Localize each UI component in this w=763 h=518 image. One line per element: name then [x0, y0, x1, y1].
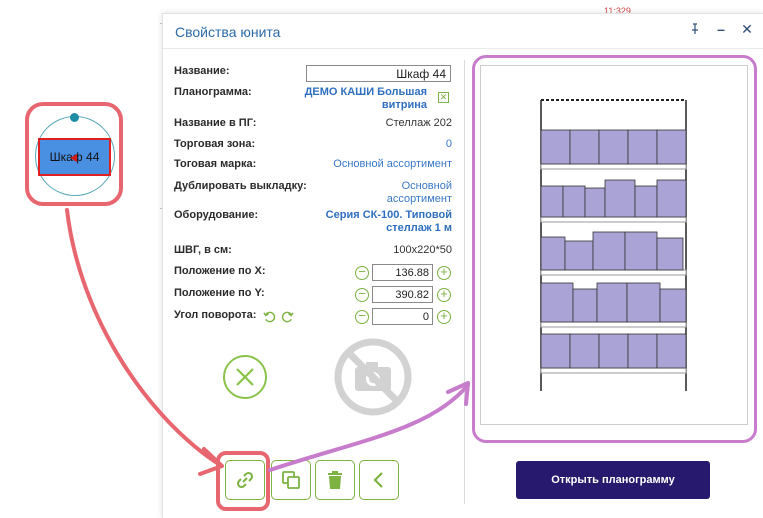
- planogram-link[interactable]: ДЕМО КАШИ Большая витрина: [305, 86, 427, 112]
- planogram-label: Планограмма:: [174, 86, 252, 98]
- equipment-label: Оборудование:: [174, 209, 259, 221]
- no-photo-icon: [334, 338, 412, 416]
- pg-name-label: Название в ПГ:: [174, 117, 257, 129]
- planogram-value-line2: витрина: [381, 99, 427, 111]
- column-divider: [464, 60, 465, 504]
- cancel-circle-icon[interactable]: [222, 354, 268, 400]
- planogram-value-line1: ДЕМО КАШИ Большая: [304, 86, 427, 98]
- dimensions-label: ШВГ, в см:: [174, 244, 232, 256]
- pin-icon[interactable]: [688, 21, 702, 37]
- name-label: Название:: [174, 65, 230, 77]
- trade-zone-value[interactable]: 0: [446, 138, 452, 150]
- duplicate-value-line2: ассортимент: [386, 193, 452, 205]
- pos-x-increment-button[interactable]: +: [437, 265, 451, 280]
- rotate-left-icon[interactable]: [263, 310, 276, 323]
- rotation-input[interactable]: [372, 308, 433, 325]
- open-planogram-button[interactable]: Открыть планограмму: [516, 461, 710, 499]
- window-controls: – ✕: [688, 21, 754, 37]
- pos-x-label: Положение по X:: [174, 265, 266, 277]
- pos-y-increment-button[interactable]: +: [437, 287, 451, 302]
- chevron-left-icon: [373, 472, 383, 488]
- pos-y-decrement-button[interactable]: −: [355, 287, 369, 302]
- rotation-decrement-button[interactable]: −: [355, 309, 369, 324]
- brand-label: Тоговая марка:: [174, 158, 257, 170]
- duplicate-label: Дублировать выкладку:: [174, 180, 307, 192]
- pg-name-value: Стеллаж 202: [385, 117, 452, 129]
- link-button-highlight: [216, 451, 270, 511]
- copy-icon: [282, 471, 300, 489]
- equipment-value-line2: стеллаж 1 м: [386, 222, 452, 234]
- equipment-value[interactable]: Серия СК-100. Типовой стеллаж 1 м: [326, 209, 452, 235]
- rotate-handle[interactable]: [70, 113, 79, 122]
- rotation-label: Угол поворота:: [174, 309, 257, 321]
- delete-button[interactable]: [315, 460, 355, 500]
- rotation-increment-button[interactable]: +: [437, 309, 451, 324]
- duplicate-value[interactable]: Основной ассортимент: [387, 180, 452, 206]
- close-button[interactable]: ✕: [740, 21, 754, 37]
- unit-direction-marker: [70, 154, 77, 162]
- clear-planogram-icon[interactable]: ✕: [438, 92, 449, 103]
- equipment-value-line1: Серия СК-100. Типовой: [325, 209, 452, 221]
- duplicate-value-line1: Основной: [401, 180, 452, 192]
- pos-x-decrement-button[interactable]: −: [355, 265, 369, 280]
- rotate-right-icon[interactable]: [281, 310, 294, 323]
- title-divider: [163, 48, 763, 49]
- back-button[interactable]: [359, 460, 399, 500]
- pos-x-input[interactable]: [372, 264, 433, 281]
- pos-y-label: Положение по Y:: [174, 287, 265, 299]
- dimensions-value: 100x220*50: [393, 244, 452, 256]
- pos-y-input[interactable]: [372, 286, 433, 303]
- trash-icon: [328, 471, 342, 489]
- brand-value[interactable]: Основной ассортимент: [333, 158, 452, 170]
- shelf-drawing: [540, 99, 687, 391]
- name-input[interactable]: [306, 65, 451, 82]
- copy-button[interactable]: [271, 460, 311, 500]
- minimize-button[interactable]: –: [714, 21, 728, 37]
- trade-zone-label: Торговая зона:: [174, 138, 256, 150]
- planogram-preview: [480, 65, 748, 425]
- dialog-title: Свойства юнита: [175, 24, 281, 40]
